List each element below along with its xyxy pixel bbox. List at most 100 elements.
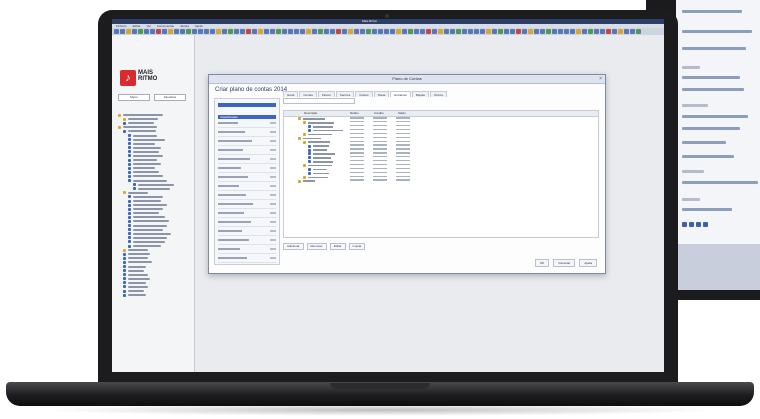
filter-row[interactable] bbox=[218, 164, 276, 173]
toolbar-icon[interactable] bbox=[366, 29, 371, 34]
toolbar-icon[interactable] bbox=[456, 29, 461, 34]
toolbar-icon[interactable] bbox=[360, 29, 365, 34]
toolbar-icon[interactable] bbox=[600, 29, 605, 34]
toolbar-icon[interactable] bbox=[228, 29, 233, 34]
toolbar-icon[interactable] bbox=[528, 29, 533, 34]
filter-select[interactable] bbox=[218, 103, 276, 107]
tab-fluxos[interactable]: Fluxos bbox=[317, 91, 335, 97]
toolbar-icon[interactable] bbox=[288, 29, 293, 34]
toolbar-icon[interactable] bbox=[558, 29, 563, 34]
toolbar-icon[interactable] bbox=[522, 29, 527, 34]
grid-col-description[interactable]: Descrição bbox=[284, 111, 350, 116]
add-button[interactable]: Adicionar bbox=[283, 243, 304, 250]
toolbar-icon[interactable] bbox=[396, 29, 401, 34]
ok-button[interactable]: OK bbox=[534, 259, 550, 267]
toolbar-icon[interactable] bbox=[432, 29, 437, 34]
tab-extractos[interactable]: Extractos bbox=[390, 91, 411, 97]
toolbar-icon[interactable] bbox=[300, 29, 305, 34]
toolbar-icon[interactable] bbox=[474, 29, 479, 34]
toolbar-icon[interactable] bbox=[132, 29, 137, 34]
filter-row[interactable] bbox=[218, 155, 276, 164]
toolbar-icon[interactable] bbox=[480, 29, 485, 34]
toolbar-icon[interactable] bbox=[414, 29, 419, 34]
toolbar-icon[interactable] bbox=[294, 29, 299, 34]
toolbar-icon[interactable] bbox=[192, 29, 197, 34]
tab-centros[interactable]: Centros bbox=[335, 91, 355, 97]
tab-taxas[interactable]: Taxas bbox=[373, 91, 390, 97]
filter-row[interactable] bbox=[218, 209, 276, 218]
toolbar-icon[interactable] bbox=[234, 29, 239, 34]
toolbar-icon[interactable] bbox=[330, 29, 335, 34]
toolbar-icon[interactable] bbox=[342, 29, 347, 34]
toolbar-icon[interactable] bbox=[384, 29, 389, 34]
filter-row[interactable] bbox=[218, 119, 276, 128]
toolbar-icon[interactable] bbox=[426, 29, 431, 34]
toolbar-icon[interactable] bbox=[438, 29, 443, 34]
toolbar-icon[interactable] bbox=[492, 29, 497, 34]
toolbar-icon[interactable] bbox=[186, 29, 191, 34]
filter-row[interactable] bbox=[218, 128, 276, 137]
toolbar-icon[interactable] bbox=[138, 29, 143, 34]
toolbar-icon[interactable] bbox=[312, 29, 317, 34]
toolbar-icon[interactable] bbox=[540, 29, 545, 34]
tab-contas[interactable]: Contas bbox=[299, 91, 317, 97]
toolbar-icon[interactable] bbox=[450, 29, 455, 34]
filter-row[interactable] bbox=[218, 173, 276, 182]
toolbar-icon[interactable] bbox=[372, 29, 377, 34]
copy-button[interactable]: Copiar bbox=[348, 243, 366, 250]
toolbar-icon[interactable] bbox=[120, 29, 125, 34]
navigation-tree[interactable] bbox=[118, 113, 190, 297]
toolbar-icon[interactable] bbox=[156, 29, 161, 34]
filter-row[interactable] bbox=[218, 227, 276, 236]
toolbar-icon[interactable] bbox=[486, 29, 491, 34]
filter-row[interactable] bbox=[218, 200, 276, 209]
toolbar-icon[interactable] bbox=[618, 29, 623, 34]
tab-custos[interactable]: Custos bbox=[355, 91, 373, 97]
table-row[interactable] bbox=[284, 179, 598, 183]
toolbar-icon[interactable] bbox=[408, 29, 413, 34]
toolbar-icon[interactable] bbox=[282, 29, 287, 34]
help-button[interactable]: Ajuda bbox=[579, 259, 597, 267]
toolbar-icon[interactable] bbox=[402, 29, 407, 34]
toolbar-icon[interactable] bbox=[150, 29, 155, 34]
tab-outros[interactable]: Outros bbox=[429, 91, 447, 97]
toolbar-icon[interactable] bbox=[612, 29, 617, 34]
toolbar-icon[interactable] bbox=[516, 29, 521, 34]
toolbar-icon[interactable] bbox=[588, 29, 593, 34]
toolbar-icon[interactable] bbox=[594, 29, 599, 34]
filter-row[interactable] bbox=[218, 182, 276, 191]
toolbar-icon[interactable] bbox=[240, 29, 245, 34]
toolbar-icon[interactable] bbox=[216, 29, 221, 34]
toolbar-icon[interactable] bbox=[504, 29, 509, 34]
toolbar-icon[interactable] bbox=[552, 29, 557, 34]
toolbar-icon[interactable] bbox=[204, 29, 209, 34]
filter-row[interactable] bbox=[218, 254, 276, 263]
toolbar-icon[interactable] bbox=[630, 29, 635, 34]
toolbar-icon[interactable] bbox=[564, 29, 569, 34]
toolbar-icon[interactable] bbox=[114, 29, 119, 34]
tab-favorites[interactable]: Favoritos bbox=[154, 94, 186, 101]
toolbar-icon[interactable] bbox=[378, 29, 383, 34]
toolbar-icon[interactable] bbox=[582, 29, 587, 34]
tab-menu[interactable]: Menu bbox=[118, 94, 150, 101]
toolbar-icon[interactable] bbox=[180, 29, 185, 34]
toolbar-icon[interactable] bbox=[420, 29, 425, 34]
search-input[interactable] bbox=[283, 98, 355, 104]
filter-row[interactable] bbox=[218, 245, 276, 254]
toolbar-icon[interactable] bbox=[444, 29, 449, 34]
toolbar-icon[interactable] bbox=[198, 29, 203, 34]
toolbar-icon[interactable] bbox=[348, 29, 353, 34]
toolbar-icon[interactable] bbox=[126, 29, 131, 34]
toolbar-icon[interactable] bbox=[354, 29, 359, 34]
toolbar-icon[interactable] bbox=[324, 29, 329, 34]
tab-mapas[interactable]: Mapas bbox=[411, 91, 429, 97]
toolbar-icon[interactable] bbox=[510, 29, 515, 34]
remove-button[interactable]: Remover bbox=[306, 243, 327, 250]
toolbar-icon[interactable] bbox=[174, 29, 179, 34]
toolbar-icon[interactable] bbox=[252, 29, 257, 34]
toolbar-icon[interactable] bbox=[144, 29, 149, 34]
toolbar-icon[interactable] bbox=[306, 29, 311, 34]
edit-button[interactable]: Editar bbox=[329, 243, 346, 250]
close-icon[interactable]: × bbox=[599, 76, 602, 82]
toolbar-icon[interactable] bbox=[276, 29, 281, 34]
